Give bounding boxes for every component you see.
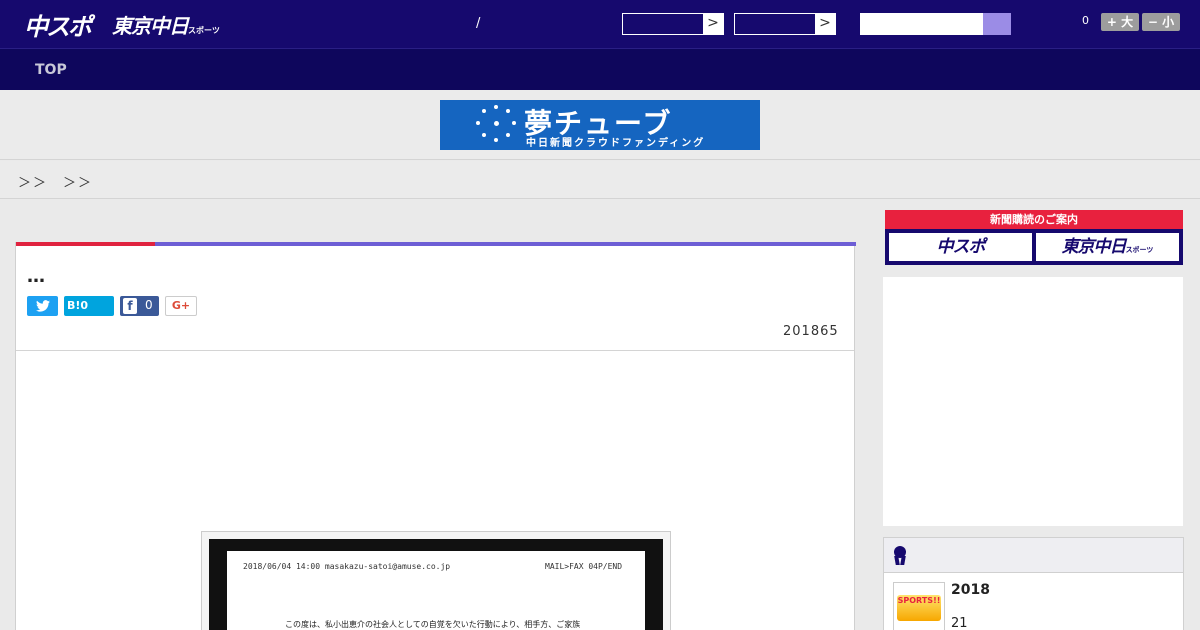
tokyo-chunichi-logo-small: スポーツ <box>188 26 220 35</box>
ranking-thumbnail[interactable]: SPORTS!! <box>893 582 945 630</box>
breadcrumb: ＞＞ ＞＞ <box>0 161 1200 199</box>
twitter-share-button[interactable] <box>27 296 58 316</box>
sparkle-icon <box>476 105 516 145</box>
fax-document-image: 2018/06/04 14:00 masakazu-satoi@amuse.co… <box>209 539 663 630</box>
article-divider <box>16 350 854 351</box>
subscribe-tokyo-chunichi-label: 東京中日 <box>1061 237 1127 257</box>
search-input[interactable] <box>860 13 983 35</box>
facebook-icon: f <box>123 298 137 314</box>
subscribe-chuspo-button[interactable]: 中スポ <box>889 233 1032 261</box>
twitter-icon <box>35 300 50 312</box>
banner-row: 夢チューブ 中日新聞クラウドファンディング <box>0 90 1200 160</box>
nav-item-top[interactable]: TOP <box>35 62 67 78</box>
fax-body-text: この度は、私小出恵介の社会人としての自覚を欠いた行動により、相手方、ご家族 <box>285 620 581 629</box>
yume-tube-banner[interactable]: 夢チューブ 中日新聞クラウドファンディング <box>440 100 760 150</box>
banner-subtitle: 中日新聞クラウドファンディング <box>526 138 706 149</box>
ranking-header <box>884 538 1183 573</box>
google-plus-share-button[interactable]: G+ <box>165 296 197 316</box>
subscribe-tokyo-chunichi-button[interactable]: 東京中日スポーツ <box>1036 233 1179 261</box>
article-date: 201865 <box>783 324 839 339</box>
article-title: … <box>27 266 45 287</box>
header-separator: / <box>476 16 481 31</box>
ranking-item-title[interactable]: 2018 <box>951 582 990 598</box>
fax-header-right: MAIL>FAX 04P/END <box>545 562 623 571</box>
accent-bar-red <box>16 242 155 246</box>
tokyo-chunichi-logo-text: 東京中日 <box>112 14 189 38</box>
article-photo: 2018/06/04 14:00 masakazu-satoi@amuse.co… <box>201 531 671 630</box>
hatena-bookmark-button[interactable]: B!0 <box>64 296 114 316</box>
search-button[interactable] <box>983 13 1011 35</box>
category-select-1[interactable]: > <box>622 13 724 35</box>
main-nav: TOP <box>0 48 1200 90</box>
facebook-share-count: 0 <box>145 298 153 312</box>
subscription-box: 新聞購読のご案内 中スポ 東京中日スポーツ <box>885 210 1183 265</box>
category-select-2[interactable]: > <box>734 13 836 35</box>
facebook-share-button[interactable]: f 0 <box>120 296 159 316</box>
article-card: … B!0 f 0 G+ 201865 2018/06/04 14:00 mas… <box>15 242 856 630</box>
font-smaller-button[interactable]: − 小 <box>1142 13 1180 31</box>
fax-header-left: 2018/06/04 14:00 masakazu-satoi@amuse.co… <box>243 562 451 571</box>
subscription-label[interactable]: 新聞購読のご案内 <box>885 210 1183 229</box>
fax-paper: 2018/06/04 14:00 masakazu-satoi@amuse.co… <box>227 551 645 630</box>
breadcrumb-text[interactable]: ＞＞ ＞＞ <box>18 172 93 191</box>
sidebar-ad[interactable] <box>883 277 1183 526</box>
search-box <box>860 13 1011 35</box>
chevron-right-icon: > <box>815 14 835 34</box>
chevron-right-icon: > <box>703 14 723 34</box>
font-larger-button[interactable]: + 大 <box>1101 13 1139 31</box>
chuspo-logo[interactable]: 中スポ <box>24 7 92 42</box>
font-size-count: 0 <box>1082 14 1089 27</box>
ranking-box: SPORTS!! 2018 21 <box>883 537 1184 630</box>
site-header: 中スポ 東京中日スポーツ / > > 0 + 大 − 小 <box>0 0 1200 48</box>
ranking-thumbnail-art: SPORTS!! <box>897 595 941 621</box>
accent-bar-purple <box>155 242 856 246</box>
tokyo-chunichi-logo[interactable]: 東京中日スポーツ <box>112 10 220 39</box>
medal-icon <box>894 546 906 565</box>
ranking-item-subtitle: 21 <box>951 616 968 630</box>
subscribe-tokyo-chunichi-small: スポーツ <box>1125 246 1154 254</box>
